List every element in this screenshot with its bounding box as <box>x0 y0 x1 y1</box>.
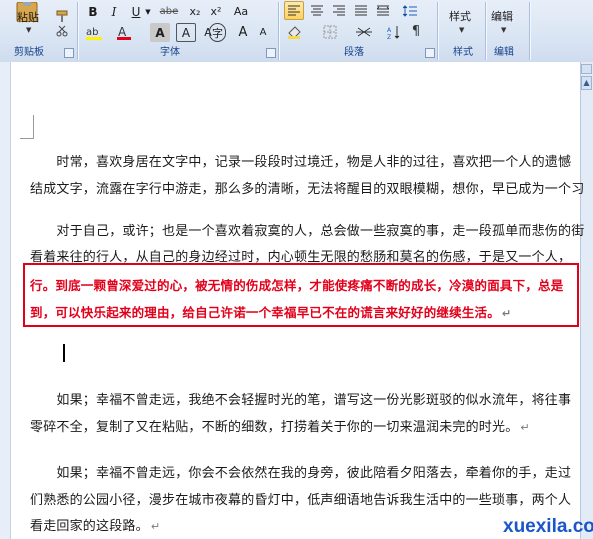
text-cursor <box>63 344 65 362</box>
change-case-button[interactable]: Aa <box>228 2 254 21</box>
paste-label: 粘贴 <box>17 11 39 24</box>
align-right-button[interactable] <box>329 1 349 20</box>
paste-button[interactable]: 粘贴 ▼ <box>6 2 48 44</box>
superscript-button[interactable]: x² <box>206 2 226 21</box>
svg-text:ab: ab <box>86 27 98 38</box>
paragraph-launcher-icon[interactable] <box>425 48 435 58</box>
svg-text:Z: Z <box>387 34 391 39</box>
svg-text:A: A <box>387 27 392 34</box>
shrink-font-button[interactable]: A <box>253 23 273 42</box>
shading-icon[interactable] <box>284 22 308 41</box>
bold-button[interactable]: B <box>83 2 103 21</box>
highlight-color-icon[interactable]: ab <box>83 23 109 42</box>
grow-font-button[interactable]: A <box>233 23 253 42</box>
borders-icon[interactable] <box>318 22 342 41</box>
editing-label: 编辑 <box>491 10 513 23</box>
char-shading-button[interactable]: A <box>150 23 170 42</box>
clipboard-launcher-icon[interactable] <box>64 48 74 58</box>
sort-icon[interactable]: AZ <box>384 22 404 41</box>
justify-button[interactable] <box>351 1 371 20</box>
doc-line-7: 如果；幸福不曾走远，我绝不会轻握时光的笔，谱写这一份光影斑驳的似水流年，将往事 <box>30 393 572 408</box>
cut-icon[interactable] <box>52 24 72 38</box>
styles-label: 样式 <box>449 10 471 23</box>
vertical-ruler <box>0 62 11 539</box>
paragraph-group-label: 段落 <box>344 47 364 58</box>
font-color-button[interactable]: A <box>114 23 140 42</box>
styles-button[interactable]: 样式 ▼ <box>443 4 481 42</box>
show-marks-icon[interactable]: ¶ <box>406 22 426 41</box>
doc-line-10: 们熟悉的公园小径，漫步在城市夜幕的昏灯中，低声细语地告诉我生活中的一些琐事，两个… <box>30 493 572 508</box>
margin-corner-mark <box>20 115 34 139</box>
doc-line-11: 看走回家的这段路。 ↵ <box>30 519 161 534</box>
subscript-button[interactable]: x₂ <box>185 2 205 21</box>
paragraph-mark: ↵ <box>501 307 512 320</box>
ruler-toggle-icon[interactable] <box>581 64 592 74</box>
doc-line-6: 到，可以快乐起来的理由，给自己许诺一个幸福早已不在的谎言来好好的继续生活。 ↵ <box>30 305 512 320</box>
char-border-button[interactable]: A <box>176 23 196 42</box>
underline-dropdown-icon[interactable]: ▼ <box>144 2 152 21</box>
editing-button[interactable]: 编辑 ▼ <box>488 4 526 42</box>
doc-line-3: 对于自己，或许；也是一个喜欢着寂寞的人，总会做一些寂寞的事，走一段孤单而悲伤的街 <box>30 224 585 239</box>
distributed-button[interactable] <box>373 1 393 20</box>
vertical-scrollbar[interactable] <box>580 62 593 539</box>
font-color-glyph: A <box>118 25 127 39</box>
enclose-char-button[interactable]: 字 <box>209 23 226 42</box>
doc-line-2: 结成文字，流露在字行中游走，那么多的清晰，无法将醒目的双眼模糊，想你，早已成为一… <box>30 182 585 197</box>
asian-layout-icon[interactable] <box>352 22 376 41</box>
format-painter-icon[interactable] <box>52 6 72 25</box>
italic-button[interactable]: I <box>104 2 124 21</box>
clipboard-group-label: 剪贴板 <box>14 47 44 58</box>
font-launcher-icon[interactable] <box>266 48 276 58</box>
underline-button[interactable]: U <box>126 2 146 21</box>
doc-line-8: 零碎不全，复制了又在粘贴，不断的细数，打捞着关于你的一切来温润未完的时光。 ↵ <box>30 420 530 435</box>
doc-line-1: 时常，喜欢身居在文字中，记录一段段时过境迁，物是人非的过往，喜欢把一个人的遗憾 <box>30 155 572 170</box>
editing-group-label: 编辑 <box>494 47 514 58</box>
line-spacing-icon[interactable] <box>400 1 420 20</box>
font-group-label: 字体 <box>160 47 180 58</box>
strikethrough-button[interactable]: abe <box>156 2 182 21</box>
doc-line-5: 行。到底一颗曾深爱过的心，被无情的伤成怎样，才能使疼痛不断的成长，冷漠的面具下，… <box>30 278 564 293</box>
align-left-button[interactable] <box>284 1 304 20</box>
site-watermark: xuexila.com <box>503 516 593 537</box>
styles-group-label: 样式 <box>453 47 473 58</box>
doc-line-9: 如果；幸福不曾走远，你会不会依然在我的身旁，彼此陪看夕阳落去，牵着你的手，走过 <box>30 466 572 481</box>
ribbon: 粘贴 ▼ 剪贴板 B I U ▼ abe x₂ x² Aa ab A A A A… <box>0 0 593 63</box>
align-center-button[interactable] <box>307 1 327 20</box>
scroll-up-icon[interactable]: ▲ <box>581 76 592 90</box>
